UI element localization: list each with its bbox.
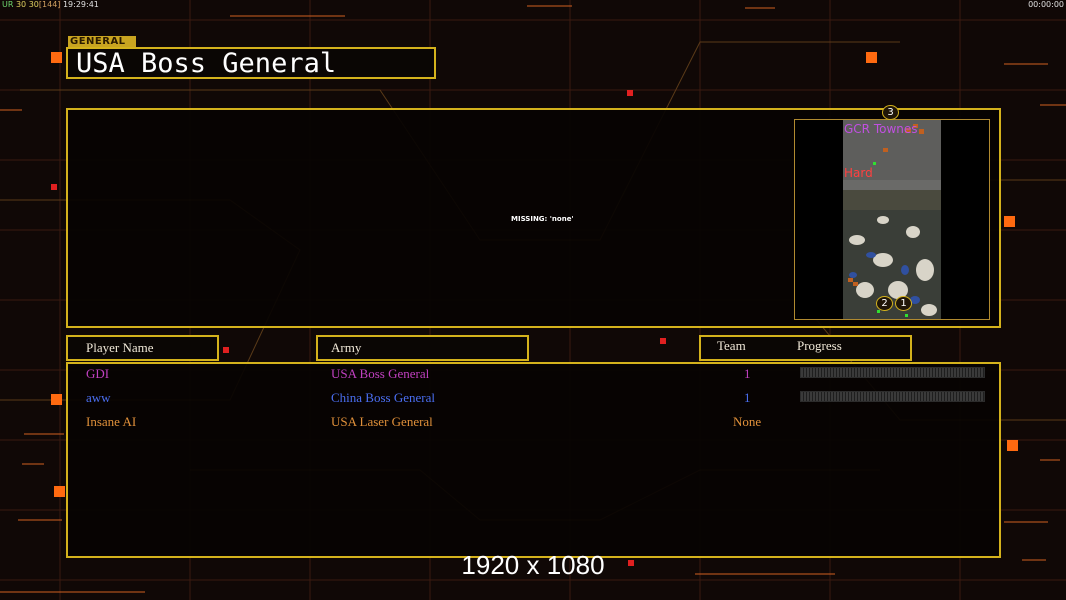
column-label-progress: Progress (797, 338, 842, 353)
column-header-team-progress: Team Progress (699, 335, 912, 361)
hud-tag: UR (2, 0, 14, 9)
start-position-1-marker[interactable]: 1 (895, 296, 912, 311)
player-progress-bar (800, 391, 985, 402)
hud-value-2: 30 (28, 0, 39, 9)
category-label: GENERAL (68, 36, 136, 47)
hud-status-readout: UR 30 30[144] 19:29:41 (2, 0, 99, 9)
start-position-3-marker[interactable]: 3 (882, 105, 899, 120)
hud-timer: 00:00:00 (1028, 0, 1064, 9)
hud-clock: 19:29:41 (62, 0, 99, 9)
title-box: USA Boss General (66, 47, 436, 79)
player-name: GDI (86, 366, 110, 381)
player-name: aww (86, 390, 111, 405)
missing-preview-text: MISSING: 'none' (511, 215, 574, 223)
start-position-2-marker[interactable]: 2 (876, 296, 893, 311)
map-name: GCR Townes (844, 122, 918, 136)
page-title: USA Boss General (76, 48, 337, 79)
column-label-army: Army (331, 340, 362, 355)
column-header-player-name: Player Name (66, 335, 219, 361)
map-image (843, 120, 941, 319)
column-header-army: Army (316, 335, 529, 361)
player-name: Insane AI (86, 414, 137, 429)
resolution-label: 1920 x 1080 (461, 550, 605, 580)
column-label-team: Team (717, 338, 746, 353)
player-army: USA Laser General (331, 414, 433, 429)
column-label-player-name: Player Name (86, 340, 154, 355)
player-army: China Boss General (331, 390, 435, 405)
player-team: 1 (744, 366, 751, 381)
player-team: 1 (744, 390, 751, 405)
player-team: None (733, 414, 762, 429)
map-difficulty: Hard (844, 166, 873, 180)
player-army: USA Boss General (331, 366, 430, 381)
map-preview[interactable] (794, 119, 990, 320)
player-progress-bar (800, 367, 985, 378)
hud-bracket-value: [144] (38, 0, 61, 9)
hud-value-1: 30 (15, 0, 27, 9)
